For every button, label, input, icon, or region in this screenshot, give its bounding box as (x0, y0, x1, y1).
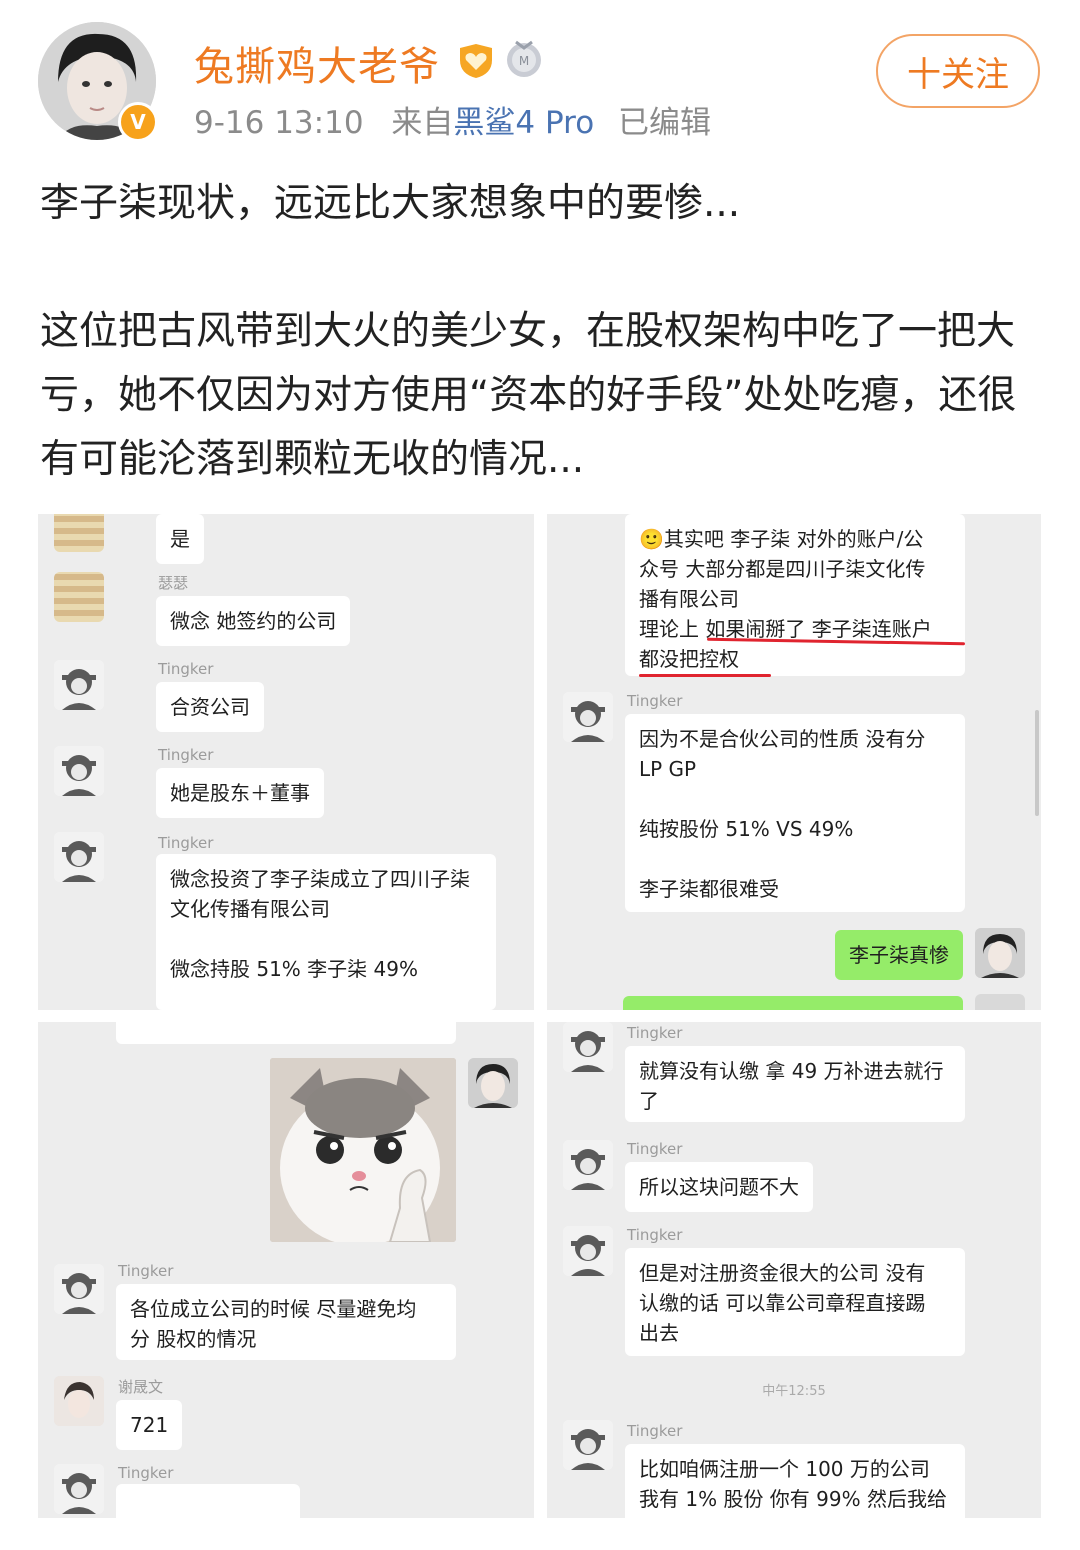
user-avatar-icon (563, 1140, 613, 1190)
chat-sender: Tingker (627, 1024, 683, 1042)
user-avatar-icon (54, 746, 104, 796)
user-avatar-icon (563, 692, 613, 742)
chat-bubble-self (623, 996, 963, 1010)
user-avatar-icon (563, 1226, 613, 1276)
chat-line: 众号 大部分都是四川子柒文化传 (639, 557, 926, 581)
chat-line: 各位成立公司的时候 尽量避免均 (130, 1297, 417, 1321)
chat-bubble: 是 (156, 514, 204, 564)
chat-sender: Tingker (158, 834, 214, 852)
chat-line: 认缴的话 可以靠公司章程直接踢 (639, 1291, 926, 1315)
chat-sender: Tingker (627, 692, 683, 710)
self-avatar (975, 928, 1025, 978)
chat-sender: 瑟瑟 (158, 574, 189, 592)
scrollbar[interactable] (1035, 710, 1039, 816)
chat-line: 🙂其实吧 李子柒 对外的账户/公 (639, 527, 924, 551)
chat-sender: Tingker (627, 1226, 683, 1244)
chat-bubble: 她是股东＋董事 (156, 768, 324, 818)
chat-line: 了 (639, 1089, 659, 1113)
chat-sender: Tingker (158, 746, 214, 764)
verified-icon: V (118, 102, 158, 142)
author-username[interactable]: 兔撕鸡大老爷 (194, 34, 440, 92)
chat-sender: Tingker (118, 1464, 174, 1482)
chat-line: 因为不是合伙公司的性质 没有分 (639, 727, 926, 751)
chat-bubble: 各位成立公司的时候 尽量避免均 分 股权的情况 (116, 1284, 456, 1360)
chat-bubble: 但是对注册资金很大的公司 没有 认缴的话 可以靠公司章程直接踢 出去 (625, 1248, 965, 1356)
chat-sender: Tingker (118, 1262, 174, 1280)
user-avatar-icon (54, 660, 104, 710)
chat-line: 微念持股 51% 李子柒 49% (170, 957, 418, 981)
cat-sticker-image[interactable] (270, 1058, 456, 1242)
chat-line: 就算没有认缴 拿 49 万补进去就行 (639, 1059, 944, 1083)
user-avatar-icon (54, 1264, 104, 1314)
red-underline-annotation (639, 674, 771, 677)
chat-bubble: 🙂其实吧 李子柒 对外的账户/公 众号 大部分都是四川子柒文化传 播有限公司 理… (625, 514, 965, 676)
svg-text:M: M (519, 54, 529, 68)
chat-line: LP GP (639, 757, 697, 781)
chat-bubble: 就算没有认缴 拿 49 万补进去就行 了 (625, 1046, 965, 1122)
heart-rank-badge-icon (460, 44, 492, 78)
chat-line: 比如咱俩注册一个 100 万的公司 (639, 1457, 930, 1481)
post-paragraph: 李子柒现状，远远比大家想象中的要惨... (40, 181, 741, 226)
chat-line: 分 股权的情况 (130, 1327, 257, 1351)
chat-avatar (54, 514, 104, 552)
user-avatar-icon (54, 832, 104, 882)
chat-bubble: 微念 她签约的公司 (156, 596, 351, 646)
chat-bubble (116, 1484, 300, 1518)
chat-line: 都没把控权 (639, 647, 739, 671)
post-paragraph: 这位把古风带到大火的美少女，在股权架构中吃了一把大亏，她不仅因为对方使用“资本的… (40, 309, 1017, 482)
post-meta: 9-16 13:10 来自黑鲨4 Pro 已编辑 (194, 97, 711, 142)
chat-line: 李子柒都很难受 (639, 877, 779, 901)
user-avatar-icon (563, 1022, 613, 1072)
chat-bubble: 721 (116, 1400, 183, 1450)
chat-line: 播有限公司 (639, 587, 739, 611)
chat-screenshot-1[interactable]: 是 瑟瑟 微念 她签约的公司 Tingker 合资公司 Tingker 她是股东… (38, 514, 534, 1010)
chat-sender: Tingker (627, 1422, 683, 1440)
chat-line: 纯按股份 51% VS 49% (639, 817, 854, 841)
chat-bubble: 所以这块问题不大 (625, 1162, 813, 1212)
chat-bubble-self: 李子柒真惨 (835, 930, 963, 980)
edited-label: 已编辑 (618, 105, 712, 141)
self-avatar (468, 1058, 518, 1108)
user-avatar-icon (54, 1464, 104, 1514)
source-label: 来自 (391, 105, 454, 141)
self-avatar (975, 994, 1025, 1010)
user-avatar-icon (563, 1420, 613, 1470)
chat-line: 但是对注册资金很大的公司 没有 (639, 1261, 926, 1285)
chat-timestamp: 中午12:55 (762, 1384, 826, 1399)
chat-screenshot-4[interactable]: Tingker 就算没有认缴 拿 49 万补进去就行 了 Tingker 所以这… (547, 1022, 1041, 1518)
chat-avatar (54, 1376, 104, 1426)
chat-line: 出去 (639, 1321, 679, 1345)
chat-sender: 谢晟文 (118, 1378, 164, 1396)
chat-bubble: 比如咱俩注册一个 100 万的公司 我有 1% 股份 你有 99% 然后我给 (625, 1444, 965, 1518)
chat-sender: Tingker (158, 660, 214, 678)
chat-bubble: 因为不是合伙公司的性质 没有分 LP GP 纯按股份 51% VS 49% 李子… (625, 714, 965, 912)
follow-button[interactable]: 十关注 (876, 34, 1040, 108)
chat-bubble: 微念投资了李子柒成立了四川子柒 文化传播有限公司 微念持股 51% 李子柒 49… (156, 854, 496, 1010)
chat-bubble (116, 1022, 456, 1044)
post-body: 李子柒现状，远远比大家想象中的要惨... 这位把古风带到大火的美少女，在股权架构… (40, 172, 1045, 492)
device-link[interactable]: 黑鲨4 Pro (453, 105, 594, 141)
chat-avatar (54, 572, 104, 622)
chat-line: 我有 1% 股份 你有 99% 然后我给 (639, 1487, 947, 1511)
chat-bubble: 合资公司 (156, 682, 264, 732)
chat-screenshot-2[interactable]: 🙂其实吧 李子柒 对外的账户/公 众号 大部分都是四川子柒文化传 播有限公司 理… (547, 514, 1041, 1010)
medal-icon: M (507, 40, 541, 77)
post-timestamp: 9-16 13:10 (194, 105, 364, 141)
chat-sender: Tingker (627, 1140, 683, 1158)
chat-screenshot-3[interactable]: Tingker 各位成立公司的时候 尽量避免均 分 股权的情况 谢晟文 721 … (38, 1022, 534, 1518)
chat-line: 文化传播有限公司 (170, 897, 330, 921)
chat-line: 微念投资了李子柒成立了四川子柒 (170, 867, 470, 891)
